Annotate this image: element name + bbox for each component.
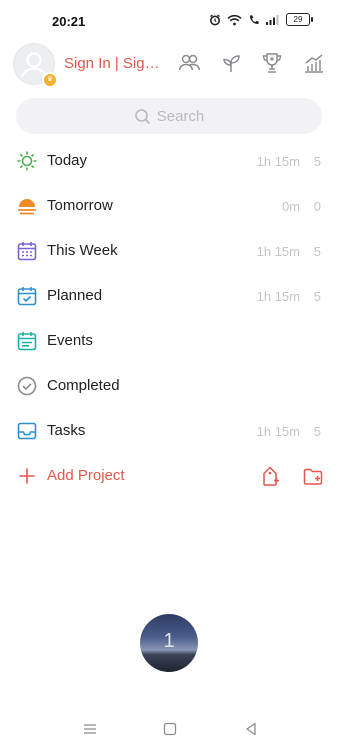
premium-badge-icon: ♛ <box>42 72 58 88</box>
list-label-completed: Completed <box>47 377 120 394</box>
calendar-check-icon <box>17 287 37 306</box>
menu-icon[interactable] <box>83 723 97 735</box>
timer-value: 1 <box>163 630 175 652</box>
add-tag-icon[interactable] <box>259 465 281 487</box>
sunset-icon <box>18 199 36 215</box>
focus-timer-button[interactable]: 1 <box>140 614 198 672</box>
list-label-events: Events <box>47 332 93 349</box>
list-label-planned: Planned <box>47 287 103 304</box>
list-duration-tomorrow: 0m <box>281 199 300 214</box>
inbox-icon <box>17 422 37 440</box>
sun-icon <box>17 151 37 171</box>
list-count-planned: 5 <box>313 289 321 304</box>
signal-icon <box>266 15 279 25</box>
friends-icon[interactable] <box>177 51 201 75</box>
list-count-this-week: 5 <box>313 244 321 259</box>
add-project-row[interactable]: Add Project <box>0 462 338 492</box>
system-nav-bar <box>0 715 338 745</box>
add-folder-icon[interactable] <box>302 465 324 487</box>
list-duration-this-week: 1h 15m <box>256 244 300 259</box>
list-count-tomorrow: 0 <box>313 199 321 214</box>
list-count-today: 5 <box>313 154 321 169</box>
list-item-today[interactable]: Today 1h 15m 5 <box>0 147 338 177</box>
plus-icon <box>19 468 35 484</box>
alarm-icon <box>210 13 220 25</box>
list-duration-planned: 1h 15m <box>256 289 300 304</box>
list-item-tomorrow[interactable]: Tomorrow 0m 0 <box>0 192 338 222</box>
check-circle-icon <box>17 376 37 396</box>
home-icon[interactable] <box>163 722 177 736</box>
calendar-week-icon <box>17 242 37 261</box>
back-icon[interactable] <box>244 722 258 736</box>
list-item-this-week[interactable]: This Week 1h 15m 5 <box>0 237 338 267</box>
calendar-events-icon <box>17 332 37 351</box>
list-item-completed[interactable]: Completed <box>0 372 338 402</box>
list-label-this-week: This Week <box>47 242 118 259</box>
add-project-label: Add Project <box>47 467 125 484</box>
call-icon <box>249 14 259 24</box>
list-count-tasks: 5 <box>313 424 321 439</box>
wifi-icon <box>227 14 242 25</box>
list-item-planned[interactable]: Planned 1h 15m 5 <box>0 282 338 312</box>
search-icon <box>134 108 150 124</box>
sprout-icon[interactable] <box>219 51 243 75</box>
list-label-tasks: Tasks <box>47 422 86 439</box>
list-label-tomorrow: Tomorrow <box>47 197 113 214</box>
list-item-events[interactable]: Events <box>0 327 338 357</box>
trophy-icon[interactable] <box>260 51 284 75</box>
status-icons: 29 <box>209 13 313 26</box>
list-label-today: Today <box>47 152 88 169</box>
battery-indicator: 29 <box>286 13 313 26</box>
search-bar[interactable]: Search <box>16 98 322 134</box>
search-placeholder: Search <box>156 107 205 125</box>
statistics-icon[interactable] <box>302 51 326 75</box>
sign-in-link[interactable]: Sign In | Sign... <box>64 55 164 72</box>
list-item-tasks[interactable]: Tasks 1h 15m 5 <box>0 417 338 447</box>
status-time: 20:21 <box>52 14 86 29</box>
list-duration-today: 1h 15m <box>256 154 300 169</box>
header: ♛ Sign In | Sign... <box>0 40 338 90</box>
list-duration-tasks: 1h 15m <box>256 424 300 439</box>
status-bar: 20:21 29 <box>0 0 338 40</box>
